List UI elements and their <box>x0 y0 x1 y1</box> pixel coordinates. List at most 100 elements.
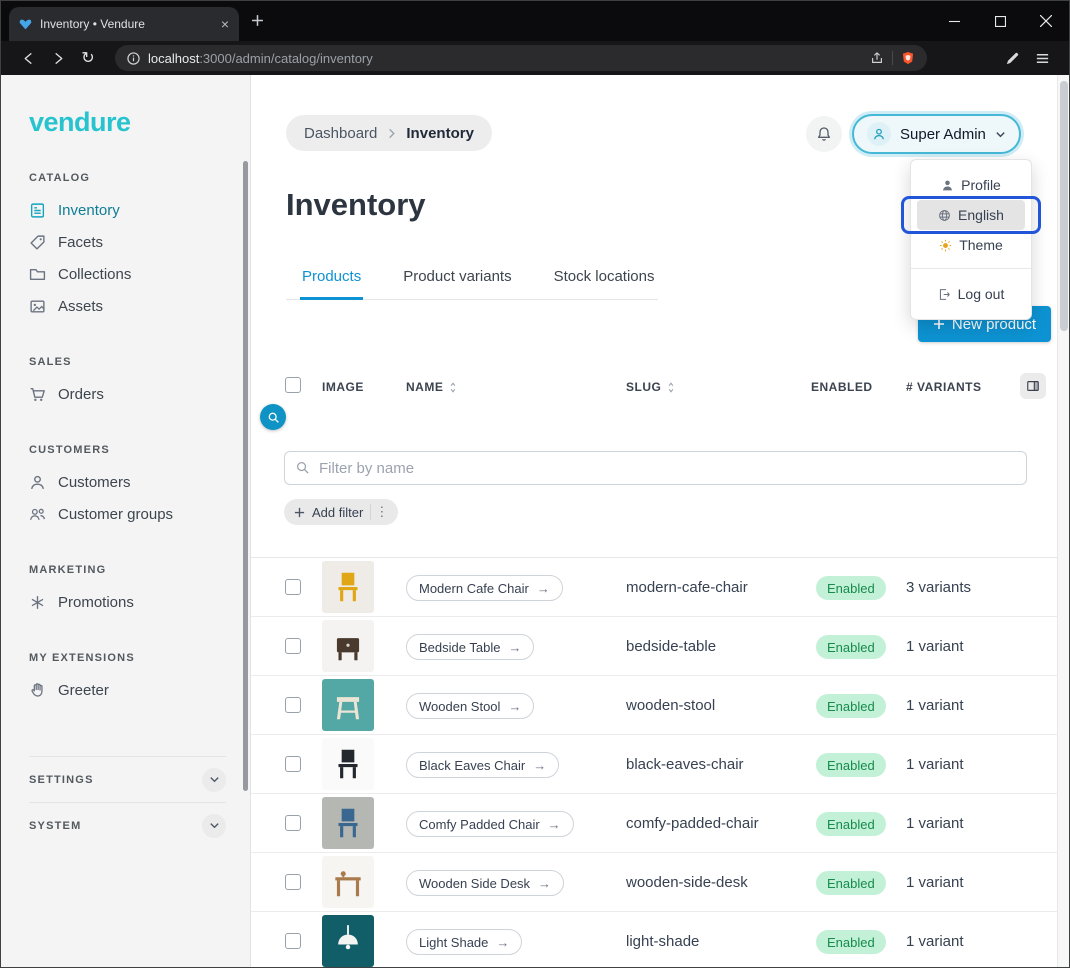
reload-icon[interactable]: ↻ <box>73 48 103 68</box>
arrow-right-icon: → <box>508 699 521 714</box>
row-checkbox[interactable] <box>285 874 301 890</box>
sidebar-item-orders[interactable]: Orders <box>29 378 250 410</box>
row-checkbox[interactable] <box>285 756 301 772</box>
chevron-down-icon[interactable] <box>202 768 226 792</box>
table-row: Bedside Table → bedside-table Enabled 1 … <box>251 617 1069 676</box>
forward-icon[interactable] <box>43 51 73 66</box>
collapsible-sections: SETTINGS SYSTEM <box>29 756 226 848</box>
sidebar-item-collections[interactable]: Collections <box>29 258 250 290</box>
catalog-nav: Inventory Facets Collections Assets <box>29 194 250 322</box>
column-picker-button[interactable] <box>1020 373 1046 399</box>
filter-input[interactable] <box>284 451 1027 485</box>
row-checkbox[interactable] <box>285 815 301 831</box>
tag-icon <box>29 234 46 251</box>
back-icon[interactable] <box>13 51 43 66</box>
menu-item-language[interactable]: English <box>917 200 1025 230</box>
tab-title: Inventory • Vendure <box>40 17 213 31</box>
product-detail-link[interactable]: Bedside Table → <box>406 634 534 660</box>
arrow-right-icon: → <box>548 817 561 832</box>
user-icon <box>941 179 954 192</box>
scrollbar-thumb[interactable] <box>1060 81 1068 331</box>
language-icon <box>938 209 951 222</box>
sidebar-item-label: Orders <box>58 386 104 403</box>
section-label-system: SYSTEM <box>29 820 81 832</box>
sidebar-item-customer-groups[interactable]: Customer groups <box>29 498 250 530</box>
sidebar-item-greeter[interactable]: Greeter <box>29 674 250 706</box>
product-detail-link[interactable]: Black Eaves Chair → <box>406 752 559 778</box>
sidebar-item-label: Collections <box>58 266 131 283</box>
section-label-customers: CUSTOMERS <box>29 444 250 456</box>
maximize-button[interactable] <box>977 1 1023 41</box>
notifications-button[interactable] <box>806 116 842 152</box>
sidebar-section-settings[interactable]: SETTINGS <box>29 756 226 802</box>
page-title: Inventory <box>286 187 426 223</box>
breadcrumb-dashboard[interactable]: Dashboard <box>304 125 377 142</box>
row-checkbox[interactable] <box>285 697 301 713</box>
new-tab-icon[interactable] <box>251 14 264 32</box>
product-detail-link[interactable]: Wooden Side Desk → <box>406 870 564 896</box>
sidebar-item-facets[interactable]: Facets <box>29 226 250 258</box>
product-detail-link[interactable]: Wooden Stool → <box>406 693 534 719</box>
sidebar-item-label: Facets <box>58 234 103 251</box>
sidebar-item-inventory[interactable]: Inventory <box>29 194 250 226</box>
close-button[interactable] <box>1023 1 1069 41</box>
menu-item-label: Theme <box>959 237 1003 253</box>
browser-tab[interactable]: Inventory • Vendure × <box>9 7 239 41</box>
minimize-button[interactable] <box>931 1 977 41</box>
tab-product-variants[interactable]: Product variants <box>401 253 513 300</box>
section-label-settings: SETTINGS <box>29 774 94 786</box>
window-controls <box>931 1 1069 41</box>
row-checkbox[interactable] <box>285 638 301 654</box>
breadcrumb-current: Inventory <box>406 125 474 142</box>
browser-window: Inventory • Vendure × ↻ localhost:3000/a… <box>0 0 1070 968</box>
column-header-slug[interactable]: SLUG <box>626 380 676 394</box>
tab-stock-locations[interactable]: Stock locations <box>552 253 657 300</box>
column-header-name[interactable]: NAME <box>406 380 458 394</box>
product-detail-link[interactable]: Light Shade → <box>406 929 522 955</box>
browser-menu-icon[interactable] <box>1027 51 1057 66</box>
product-detail-link[interactable]: Modern Cafe Chair → <box>406 575 563 601</box>
menu-item-theme[interactable]: Theme <box>917 230 1025 260</box>
variant-count: 1 variant <box>906 874 964 891</box>
marketing-nav: Promotions <box>29 586 250 618</box>
product-table-body: Modern Cafe Chair → modern-cafe-chair En… <box>251 558 1069 967</box>
add-filter-button[interactable]: Add filter ⋮ <box>284 499 398 525</box>
sidebar-item-customers[interactable]: Customers <box>29 466 250 498</box>
sidebar-item-promotions[interactable]: Promotions <box>29 586 250 618</box>
tab-products[interactable]: Products <box>300 253 363 300</box>
select-all-checkbox[interactable] <box>285 377 301 393</box>
site-info-icon[interactable] <box>127 52 140 65</box>
user-menu-button[interactable]: Super Admin <box>852 114 1021 154</box>
edit-extension-icon[interactable] <box>997 51 1027 66</box>
section-label-catalog: CATALOG <box>29 172 250 184</box>
variant-count: 1 variant <box>906 697 964 714</box>
sort-icon[interactable] <box>448 381 458 394</box>
sidebar-item-label: Assets <box>58 298 103 315</box>
product-image <box>322 738 374 790</box>
tab-close-icon[interactable]: × <box>221 17 229 31</box>
chevron-down-icon[interactable] <box>202 814 226 838</box>
share-icon[interactable] <box>870 51 884 65</box>
row-checkbox[interactable] <box>285 933 301 949</box>
sidebar-item-assets[interactable]: Assets <box>29 290 250 322</box>
status-badge: Enabled <box>816 812 886 836</box>
sidebar-scrollbar[interactable] <box>243 161 248 791</box>
row-checkbox[interactable] <box>285 579 301 595</box>
url-field[interactable]: localhost:3000/admin/catalog/inventory <box>115 45 927 71</box>
product-detail-link[interactable]: Comfy Padded Chair → <box>406 811 574 837</box>
dots-vertical-icon[interactable]: ⋮ <box>370 504 388 520</box>
status-badge: Enabled <box>816 753 886 777</box>
menu-item-profile[interactable]: Profile <box>917 170 1025 200</box>
sidebar-section-system[interactable]: SYSTEM <box>29 802 226 848</box>
search-fab-button[interactable] <box>260 404 286 430</box>
page-scrollbar[interactable] <box>1057 75 1069 967</box>
product-slug: wooden-stool <box>626 697 715 714</box>
product-image <box>322 797 374 849</box>
menu-item-logout[interactable]: Log out <box>917 277 1025 311</box>
brave-shield-icon[interactable] <box>901 51 915 65</box>
variant-count: 1 variant <box>906 933 964 950</box>
url-path: :3000/admin/catalog/inventory <box>199 51 372 66</box>
app-shell: vendure CATALOG Inventory Facets Collect… <box>1 75 1069 967</box>
sort-icon[interactable] <box>666 381 676 394</box>
product-name: Wooden Stool <box>419 699 500 714</box>
